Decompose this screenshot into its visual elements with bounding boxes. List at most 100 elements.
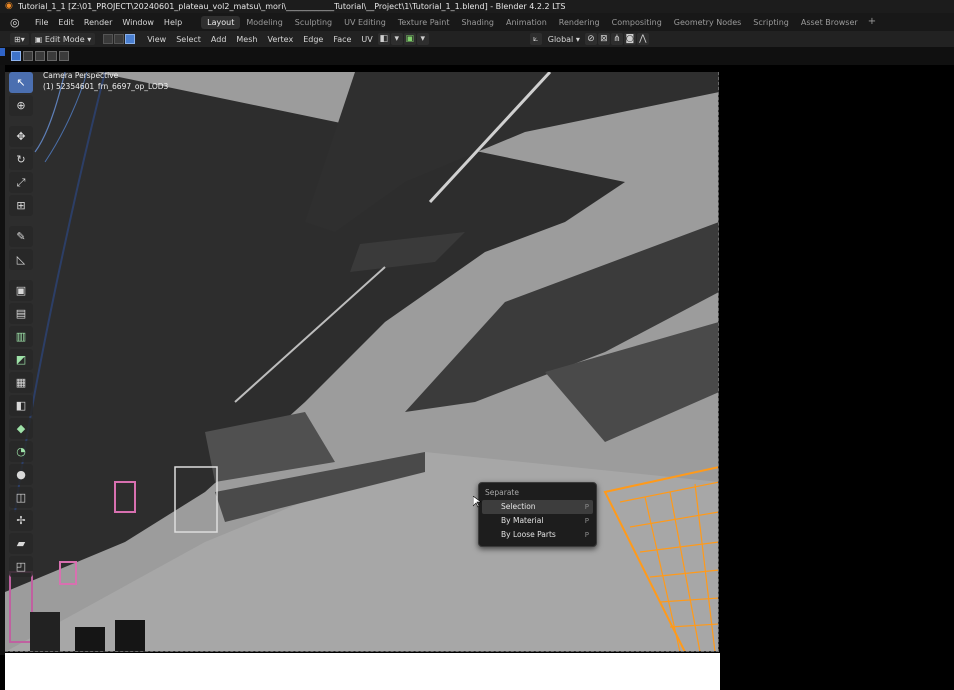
select-box-icon: ↖ <box>16 76 26 89</box>
menu-edge[interactable]: Edge <box>298 35 328 44</box>
transform-icon: ⊞ <box>16 199 26 212</box>
tab-rendering[interactable]: Rendering <box>553 16 606 29</box>
select-new-icon[interactable] <box>11 51 21 61</box>
tab-scripting[interactable]: Scripting <box>747 16 795 29</box>
shrink-fatten-tool[interactable]: ✢ <box>9 510 33 531</box>
add-workspace-button[interactable]: + <box>864 16 880 29</box>
measure-tool[interactable]: ◺ <box>9 249 33 270</box>
loop-cut-tool[interactable]: ▦ <box>9 372 33 393</box>
separate-context-menu: Separate Selection P By Material P By Lo… <box>478 482 597 547</box>
viewport-info: Camera Perspective (1) 52354601_frn_6697… <box>43 70 168 92</box>
gizmo-dropdown-icon[interactable]: ▾ <box>416 33 429 45</box>
edge-slide-icon: ◫ <box>15 491 27 504</box>
smooth-tool[interactable]: ● <box>9 464 33 485</box>
proportional-edit-icon[interactable]: ◙ <box>623 33 636 45</box>
pivot-point-icon[interactable]: ⊘ <box>584 33 597 45</box>
scale-tool[interactable]: ⤢ <box>9 172 33 193</box>
select-extend-icon[interactable] <box>23 51 33 61</box>
move-tool[interactable]: ✥ <box>9 126 33 147</box>
viewport-header: ⊞▾ ▣ Edit Mode ▾ View Select Add Mesh Ve… <box>0 31 954 47</box>
menu-title: Separate <box>485 488 519 497</box>
knife-tool[interactable]: ◧ <box>9 395 33 416</box>
menu-face[interactable]: Face <box>328 35 356 44</box>
menu-add[interactable]: Add <box>206 35 232 44</box>
bottom-empty-area <box>5 653 720 690</box>
inset-faces-tool[interactable]: ▥ <box>9 326 33 347</box>
knife-icon: ◧ <box>15 399 27 412</box>
select-intersect-icon[interactable] <box>59 51 69 61</box>
snap-icon[interactable]: ⊠ <box>597 33 610 45</box>
mesh-select-toolbar <box>0 47 954 65</box>
rotate-icon: ↻ <box>16 153 26 166</box>
separate-by-loose-parts-item[interactable]: By Loose Parts P <box>482 528 593 542</box>
shrink-fatten-icon: ✢ <box>16 514 26 527</box>
menu-window[interactable]: Window <box>117 18 159 27</box>
menu-mesh[interactable]: Mesh <box>231 35 262 44</box>
menu-item-label: By Material <box>501 516 544 525</box>
blender-app-icon: ◉ <box>5 1 13 11</box>
tab-compositing[interactable]: Compositing <box>606 16 668 29</box>
tab-animation[interactable]: Animation <box>500 16 553 29</box>
menu-edit[interactable]: Edit <box>53 18 79 27</box>
select-box-tool[interactable]: ↖ <box>9 72 33 93</box>
editor-type-button[interactable]: ⊞▾ <box>10 33 29 45</box>
add-cube-tool[interactable]: ▣ <box>9 280 33 301</box>
tab-texture-paint[interactable]: Texture Paint <box>392 16 456 29</box>
window-titlebar: ◉ Tutorial_1_1 [Z:\01_PROJECT\20240601_p… <box>0 0 954 13</box>
move-icon: ✥ <box>16 130 26 143</box>
tab-modeling[interactable]: Modeling <box>240 16 288 29</box>
cursor-icon: ⊕ <box>16 99 26 112</box>
menu-help[interactable]: Help <box>159 18 187 27</box>
shortcut-key: P <box>584 517 589 525</box>
menu-view[interactable]: View <box>142 35 171 44</box>
tab-uv-editing[interactable]: UV Editing <box>338 16 392 29</box>
select-invert-icon[interactable] <box>47 51 57 61</box>
menu-select[interactable]: Select <box>171 35 206 44</box>
tab-geometry-nodes[interactable]: Geometry Nodes <box>668 16 747 29</box>
dark-object-2 <box>115 620 145 651</box>
snap-target-icon[interactable]: ⋔ <box>610 33 623 45</box>
mode-selector[interactable]: ▣ Edit Mode ▾ <box>30 33 96 45</box>
face-select-icon[interactable] <box>125 34 136 44</box>
transform-orientation-select[interactable]: Global ▾ <box>543 35 585 44</box>
rip-region-icon: ◰ <box>15 560 27 573</box>
separate-selection-item[interactable]: Selection P <box>482 500 593 514</box>
overlay-dropdown-icon[interactable]: ▾ <box>390 33 403 45</box>
tab-layout[interactable]: Layout <box>201 15 241 29</box>
bevel-icon: ◩ <box>15 353 27 366</box>
edge-marker <box>0 48 5 56</box>
dark-object-1 <box>75 627 105 651</box>
annotate-tool[interactable]: ✎ <box>9 226 33 247</box>
bevel-tool[interactable]: ◩ <box>9 349 33 370</box>
shortcut-key: P <box>584 531 589 539</box>
edge-select-icon[interactable] <box>114 34 125 44</box>
menu-uv[interactable]: UV <box>356 35 377 44</box>
tab-sculpting[interactable]: Sculpting <box>289 16 338 29</box>
gizmo-toggle-icon[interactable]: ▣ <box>403 33 416 45</box>
shear-tool[interactable]: ▰ <box>9 533 33 554</box>
select-subtract-icon[interactable] <box>35 51 45 61</box>
xray-toggle-icon[interactable]: ◧ <box>377 33 390 45</box>
cursor-tool[interactable]: ⊕ <box>9 95 33 116</box>
shortcut-key: P <box>584 503 589 511</box>
falloff-icon[interactable]: ⋀ <box>636 33 649 45</box>
orientation-axes-icon: ⟀ <box>529 33 542 45</box>
tab-shading[interactable]: Shading <box>455 16 500 29</box>
spin-tool[interactable]: ◔ <box>9 441 33 462</box>
3d-viewport[interactable] <box>5 72 719 652</box>
poly-build-tool[interactable]: ◆ <box>9 418 33 439</box>
rotate-tool[interactable]: ↻ <box>9 149 33 170</box>
vertex-select-icon[interactable] <box>103 34 114 44</box>
annotate-icon: ✎ <box>16 230 26 243</box>
extrude-region-tool[interactable]: ▤ <box>9 303 33 324</box>
transform-tool[interactable]: ⊞ <box>9 195 33 216</box>
tab-asset-browser[interactable]: Asset Browser <box>795 16 864 29</box>
edge-slide-tool[interactable]: ◫ <box>9 487 33 508</box>
menu-file[interactable]: File <box>30 18 53 27</box>
blender-logo-icon[interactable]: ◎ <box>10 16 24 29</box>
menu-render[interactable]: Render <box>79 18 117 27</box>
menu-vertex[interactable]: Vertex <box>262 35 298 44</box>
rip-region-tool[interactable]: ◰ <box>9 556 33 577</box>
measure-icon: ◺ <box>16 253 26 266</box>
separate-by-material-item[interactable]: By Material P <box>482 514 593 528</box>
